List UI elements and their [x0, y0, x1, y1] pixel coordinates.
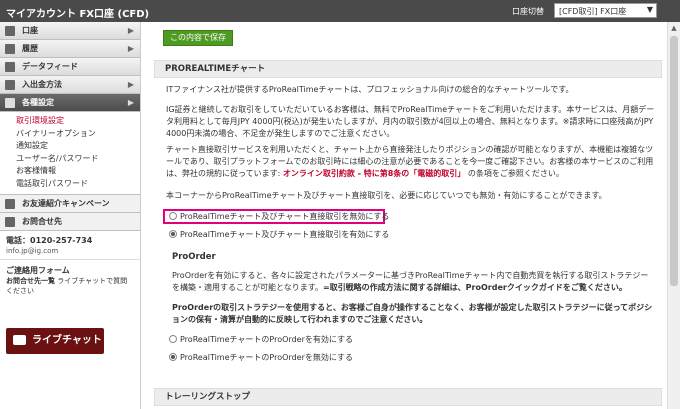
radio-label: ProRealTimeチャート及びチャート直接取引を無効にする [180, 212, 390, 221]
sidebar-item-settings[interactable]: 各種設定 ▶ [0, 94, 140, 112]
sidebar-item-label: データフィード [22, 62, 78, 71]
radio-on-icon [169, 353, 177, 361]
sidebar-item-label: 各種設定 [22, 98, 54, 107]
gear-icon [5, 98, 15, 108]
deposit-icon [5, 80, 15, 90]
contact-list-link[interactable]: お問合せ先一覧 [6, 277, 55, 285]
proorder-warning: ProOrderの取引ストラテジーを使用すると、お客様ご自身が操作することなく、… [172, 303, 653, 324]
account-select-value: [CFD取引] FX口座 [559, 7, 627, 16]
gift-icon [5, 199, 15, 209]
chat-bubble-icon [13, 335, 26, 345]
account-switch-label: 口座切替 [512, 7, 544, 16]
submenu-username-password[interactable]: ユーザー名/パスワード [16, 153, 140, 166]
radio-on-icon [169, 230, 177, 238]
save-button[interactable]: この内容で保存 [163, 30, 233, 46]
datafeed-icon [5, 62, 15, 72]
sidebar-item-datafeed[interactable]: データフィード [0, 58, 140, 76]
phone-icon [5, 217, 15, 227]
terms-link[interactable]: オンライン取引約款 - 特に第8条の「電磁的取引」 [283, 169, 465, 178]
live-chat-label: ライブチャット [32, 335, 102, 346]
contact-tel: 電話：0120-257-734 [6, 236, 93, 245]
submenu-phone-password[interactable]: 電話取引パスワード [16, 178, 140, 191]
radio-label: ProRealTimeチャートのProOrderを無効にする [180, 353, 353, 362]
window-title: マイアカウント FX口座 (CFD) [6, 9, 150, 20]
sidebar-item-label: お問合せ先 [22, 217, 62, 226]
section-prorealtime-header: PROREALTIMEチャート [154, 60, 662, 78]
prt-direct-trade-tail: の条項をご参照ください。 [465, 169, 564, 178]
scrollbar-thumb[interactable] [670, 36, 678, 286]
scroll-up-icon[interactable]: ▲ [668, 22, 680, 34]
main-content: この内容で保存 PROREALTIMEチャート ITファイナンス社が提供するPr… [142, 22, 667, 409]
radio-off-icon [169, 212, 177, 220]
live-chat-button[interactable]: ライブチャット [6, 328, 104, 354]
submenu-binary-options[interactable]: バイナリーオプション [16, 128, 140, 141]
sidebar-item-label: 口座 [22, 26, 38, 35]
radio-label: ProRealTimeチャートのProOrderを有効にする [180, 335, 353, 344]
chevron-right-icon: ▶ [127, 80, 134, 89]
sidebar-item-label: お友達紹介キャンペーン [22, 199, 110, 208]
proorder-title: ProOrder [172, 252, 216, 262]
proorder-guide-link[interactable]: =取引戦略の作成方法に関する詳細は、ProOrderクイックガイドをご覧ください… [323, 283, 627, 292]
prt-direct-trade-text: チャート直接取引サービスを利用いただくと、チャート上から直接発注したりポジション… [166, 144, 656, 180]
sidebar-item-label: 履歴 [22, 44, 38, 53]
sidebar-item-deposit[interactable]: 入出金方法 ▶ [0, 76, 140, 94]
top-bar: マイアカウント FX口座 (CFD) 口座切替 [CFD取引] FX口座 ▼ [0, 0, 680, 22]
sidebar-item-history[interactable]: 履歴 ▶ [0, 40, 140, 58]
chevron-right-icon: ▶ [127, 44, 134, 53]
prt-fee-text: IG証券と継続してお取引をしていただいているお客様は、無料でProRealTim… [166, 105, 655, 138]
sidebar-item-contact: お問合せ先 [0, 213, 140, 231]
contact-form-link[interactable]: ご連絡用フォーム [0, 259, 140, 276]
submenu-notifications[interactable]: 通知設定 [16, 140, 140, 153]
radio-disable-proorder[interactable]: ProRealTimeチャートのProOrderを無効にする [169, 352, 353, 364]
submenu-customer-info[interactable]: お客様情報 [16, 165, 140, 178]
radio-label: ProRealTimeチャート及びチャート直接取引を有効にする [180, 230, 390, 239]
prt-intro-text: ITファイナンス社が提供するProRealTimeチャートは、プロフェッショナル… [166, 85, 574, 94]
prt-toggle-text: 本コーナーからProRealTimeチャート及びチャート直接取引を、必要に応じて… [166, 191, 607, 200]
contact-mail[interactable]: info.jp@ig.com [0, 246, 140, 256]
settings-submenu: 取引環境設定 バイナリーオプション 通知設定 ユーザー名/パスワード お客様情報… [0, 112, 140, 195]
radio-enable-proorder[interactable]: ProRealTimeチャートのProOrderを有効にする [169, 334, 353, 346]
chevron-down-icon: ▼ [646, 5, 653, 14]
account-icon [5, 26, 15, 36]
sidebar-item-account[interactable]: 口座 ▶ [0, 22, 140, 40]
contact-note: お問合せ先一覧 ライブチャットで質問ください [0, 276, 140, 296]
radio-enable-prt[interactable]: ProRealTimeチャート及びチャート直接取引を有効にする [169, 229, 389, 241]
chevron-right-icon: ▶ [127, 26, 134, 35]
scrollbar[interactable]: ▲ [667, 22, 680, 409]
chevron-right-icon: ▶ [127, 98, 134, 107]
section-trailing-stop-header: トレーリングストップ [154, 388, 662, 406]
history-icon [5, 44, 15, 54]
radio-disable-prt[interactable]: ProRealTimeチャート及びチャート直接取引を無効にする [169, 211, 389, 223]
account-select[interactable]: [CFD取引] FX口座 ▼ [554, 3, 657, 18]
proorder-desc: ProOrderを有効にすると、各々に設定されたパラメーターに基づきProRea… [172, 270, 656, 294]
sidebar: 口座 ▶ 履歴 ▶ データフィード 入出金方法 ▶ 各種設定 ▶ 取引環境設定 … [0, 22, 141, 409]
radio-off-icon [169, 335, 177, 343]
submenu-trading-environment[interactable]: 取引環境設定 [16, 115, 140, 128]
sidebar-item-label: 入出金方法 [22, 80, 62, 89]
sidebar-item-referral[interactable]: お友達紹介キャンペーン [0, 195, 140, 213]
